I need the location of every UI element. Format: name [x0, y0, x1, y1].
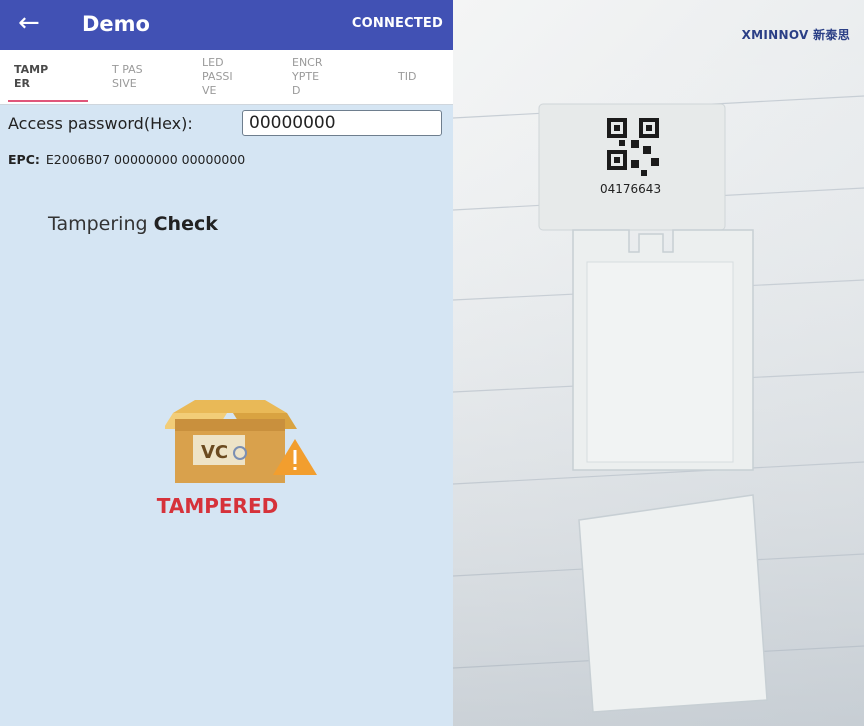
access-password-input[interactable] [242, 110, 442, 136]
active-tab-indicator [8, 100, 88, 102]
rfid-tag-photo [453, 0, 864, 726]
box-label-text: VC [201, 442, 228, 463]
app-panel: ← Demo CONNECTED TAMP ER T PAS SIVE LED … [0, 0, 453, 726]
app-title: Demo [82, 12, 150, 36]
access-password-label: Access password(Hex): [8, 114, 193, 133]
tab-tid[interactable]: TID [398, 50, 416, 104]
epc-value: E2006B07 00000000 00000000 [45, 152, 246, 167]
epc-line: EPC: E2006B07 00000000 00000000 [8, 152, 245, 167]
brand-logo-text: XMINNOV 新泰思 [741, 28, 850, 42]
photo-panel: XMINNOV 新泰思 [453, 0, 864, 726]
tab-tamper[interactable]: TAMP ER [14, 50, 48, 104]
connection-status: CONNECTED [351, 16, 443, 31]
tab-t-passive[interactable]: T PAS SIVE [112, 50, 143, 104]
tag-id-text: 04176643 [600, 182, 662, 196]
back-arrow-icon[interactable]: ← [18, 10, 40, 36]
check-heading-prefix: Tampering [48, 213, 148, 235]
tab-encrypted[interactable]: ENCR YPTE D [292, 50, 323, 104]
tab-led-passive[interactable]: LED PASSI VE [202, 50, 233, 104]
tampering-check-heading: Tampering Check [48, 213, 218, 235]
tamper-status-text: TAMPERED [156, 494, 279, 518]
check-heading-bold: Check [153, 213, 218, 235]
epc-label: EPC: [8, 152, 40, 167]
tab-bar: TAMP ER T PAS SIVE LED PASSI VE ENCR YPT… [0, 50, 453, 105]
app-bar: ← Demo CONNECTED [0, 0, 453, 50]
tampered-box-warning-icon: VC [165, 400, 317, 483]
